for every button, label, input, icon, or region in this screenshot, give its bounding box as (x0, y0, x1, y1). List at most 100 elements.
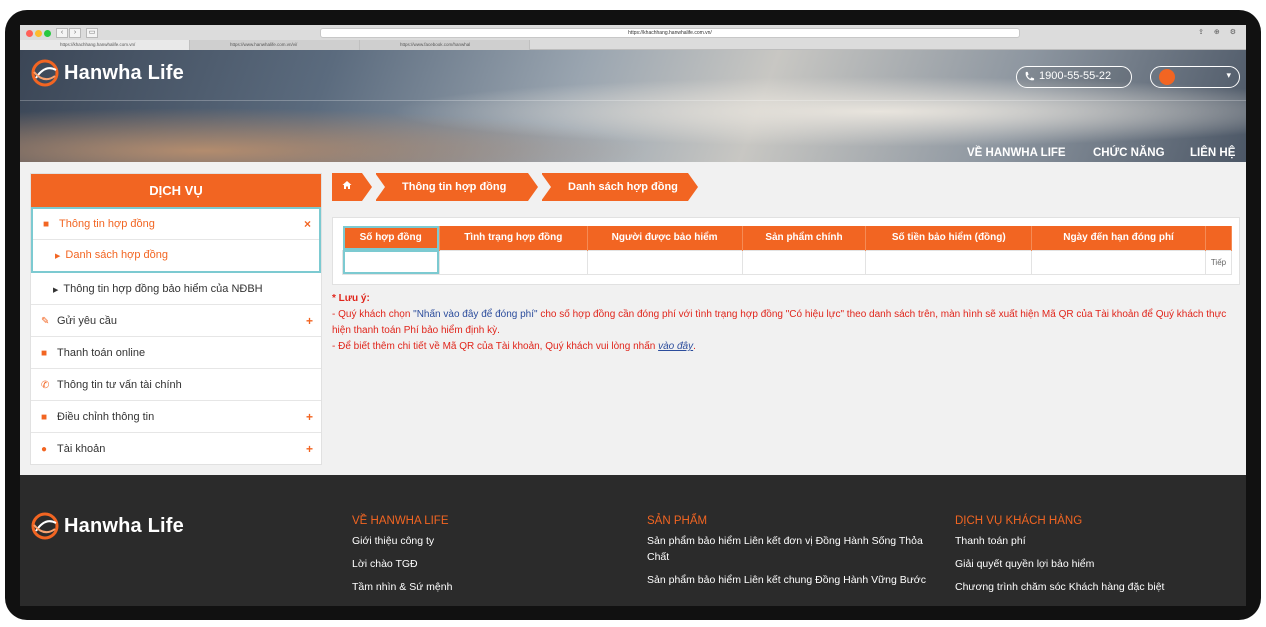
phone-icon (1025, 71, 1035, 81)
plus-icon[interactable]: + (306, 433, 313, 465)
footer-col-customer-service: DỊCH VỤ KHÁCH HÀNG Thanh toán phí Giải q… (955, 515, 1235, 602)
edit-icon: ✎ (41, 316, 50, 327)
footer-col-about: VỀ HANWHA LIFE Giới thiệu công ty Lời ch… (352, 515, 622, 602)
briefcase-icon: ■ (41, 412, 48, 423)
site-header: Hanwha Life 1900-55-55-22 ▾ VỀ HANWHA LI… (20, 50, 1246, 162)
sidebar-item-contract-list[interactable]: ▶ Danh sách hợp đồng (33, 240, 319, 271)
footer-link[interactable]: Giải quyết quyền lợi bảo hiểm (955, 556, 1235, 572)
browser-tab[interactable]: https://www.facebook.com/hanwhal (360, 40, 530, 50)
phone-icon: ✆ (41, 380, 50, 391)
next-page-link[interactable]: Tiếp (1204, 249, 1233, 275)
home-icon (342, 181, 352, 189)
sidebar-item-edit-info[interactable]: ■ Điều chỉnh thông tin + (31, 401, 321, 433)
sidebar-item-label: Danh sách hợp đồng (65, 249, 169, 261)
notes-line-2: - Để biết thêm chi tiết về Mã QR của Tài… (332, 339, 1236, 355)
breadcrumb-home[interactable] (332, 173, 372, 201)
sidebar-item-insured-contract[interactable]: ▶ Thông tin hợp đồng bảo hiểm của NĐBH (31, 273, 321, 305)
footer-link[interactable]: Giới thiệu công ty (352, 533, 622, 549)
plus-icon[interactable]: + (306, 401, 313, 433)
table-cell (741, 249, 867, 275)
contract-table: Số hợp đồng Tình trạng hợp đồng Người đư… (342, 226, 1233, 275)
footer-link[interactable]: Sản phẩm bảo hiểm Liên kết đơn vị Đồng H… (647, 533, 937, 565)
account-dropdown[interactable]: ▾ (1150, 66, 1240, 88)
contract-table-panel: Số hợp đồng Tình trạng hợp đồng Người đư… (332, 217, 1240, 285)
share-icon[interactable]: ⇪ ⊕ ⚙ (1198, 28, 1240, 36)
sidebar-item-account[interactable]: ● Tài khoản + (31, 433, 321, 465)
header-divider (20, 100, 1246, 101)
qr-info-link[interactable]: vào đây (658, 341, 693, 352)
sidebar-item-contract-info[interactable]: ■ Thông tin hợp đồng × (33, 209, 319, 240)
sidebar-item-label: Thông tin hợp đồng bảo hiểm của NĐBH (63, 283, 263, 295)
notes-section: * Lưu ý: - Quý khách chọn "Nhấn vào đây … (332, 291, 1236, 355)
hotline-number: 1900-55-55-22 (1039, 70, 1112, 82)
brand-name: Hanwha Life (64, 514, 184, 537)
hanwha-logo-icon (31, 512, 59, 540)
footer-link[interactable]: Thanh toán phí (955, 533, 1235, 549)
sidebar-item-label: Điều chỉnh thông tin (57, 411, 155, 423)
column-header[interactable]: Ngày đến hạn đóng phí (1031, 226, 1206, 250)
table-cell (586, 249, 743, 275)
hanwha-logo-icon (31, 59, 59, 87)
user-icon (1159, 69, 1175, 85)
notes-line-1: - Quý khách chọn "Nhấn vào đây để đóng p… (332, 307, 1236, 339)
breadcrumb-arrow (688, 173, 698, 201)
table-cell (438, 249, 588, 275)
close-icon[interactable]: × (304, 209, 311, 240)
close-window-button[interactable] (26, 30, 33, 37)
briefcase-icon: ■ (43, 219, 50, 230)
column-header[interactable]: Người được bảo hiểm (587, 226, 743, 250)
breadcrumb-arrow (528, 173, 538, 201)
breadcrumb-contract-list[interactable]: Danh sách hợp đồng (541, 173, 698, 201)
table-row: Tiếp (342, 249, 1233, 275)
column-header[interactable]: Số tiền bảo hiểm (đồng) (865, 226, 1033, 250)
sidebar-item-send-request[interactable]: ✎ Gửi yêu cầu + (31, 305, 321, 337)
breadcrumb: Thông tin hợp đồng Danh sách hợp đồng (332, 173, 698, 201)
column-header[interactable]: Tình trạng hợp đồng (439, 226, 588, 250)
breadcrumb-contract-info[interactable]: Thông tin hợp đồng (375, 173, 538, 201)
nav-functions[interactable]: CHỨC NĂNG (1093, 147, 1165, 159)
column-header[interactable]: Số hợp đồng (342, 226, 440, 250)
plus-icon[interactable]: + (306, 305, 313, 337)
site-logo[interactable]: Hanwha Life (30, 58, 184, 88)
device-frame: ‹ › ▭ https://khachhang.hanwhalife.com.v… (0, 0, 1266, 627)
table-cell[interactable] (342, 249, 440, 275)
nav-about[interactable]: VỀ HANWHA LIFE (967, 147, 1066, 159)
footer-col-title: DỊCH VỤ KHÁCH HÀNG (955, 515, 1083, 527)
sidebar-title: DỊCH VỤ (31, 174, 321, 207)
footer-col-products: SẢN PHẨM Sản phẩm bảo hiểm Liên kết đơn … (647, 515, 937, 595)
forward-icon[interactable]: › (69, 28, 81, 38)
sidebar-item-label: Thông tin tư vấn tài chính (57, 379, 182, 391)
address-bar[interactable]: https://khachhang.hanwhalife.com.vn/ (320, 28, 1020, 38)
notes-quote: "Nhấn vào đây để đóng phí" (413, 309, 538, 320)
hotline-button[interactable]: 1900-55-55-22 (1016, 66, 1132, 88)
browser-tabs: https://khachhang.hanwhalife.com.vn/ htt… (20, 40, 1246, 50)
back-icon[interactable]: ‹ (56, 28, 68, 38)
table-cell (1031, 249, 1206, 275)
footer-link[interactable]: Sản phẩm bảo hiểm Liên kết chung Đồng Hà… (647, 572, 937, 588)
sidebar-toggle-icon[interactable]: ▭ (86, 28, 98, 38)
notes-text: . (693, 341, 696, 352)
breadcrumb-arrow (362, 173, 372, 201)
sidebar-item-financial-advice[interactable]: ✆ Thông tin tư vấn tài chính (31, 369, 321, 401)
browser-toolbar: ‹ › ▭ https://khachhang.hanwhalife.com.v… (20, 25, 1246, 50)
briefcase-icon: ■ (41, 348, 48, 359)
sidebar-item-online-payment[interactable]: ■ Thanh toán online (31, 337, 321, 369)
sidebar-active-group: ■ Thông tin hợp đồng × ▶ Danh sách hợp đồn… (31, 207, 321, 273)
nav-contact[interactable]: LIÊN HỆ (1190, 147, 1235, 159)
footer-link[interactable]: Chương trình chăm sóc Khách hàng đặc biệ… (955, 579, 1235, 595)
column-header[interactable]: Sản phẩm chính (742, 226, 867, 250)
caret-right-icon: ▶ (55, 253, 61, 260)
table-header-row: Số hợp đồng Tình trạng hợp đồng Người đư… (342, 226, 1233, 250)
minimize-window-button[interactable] (35, 30, 42, 37)
footer-col-title: SẢN PHẨM (647, 515, 708, 527)
sidebar-item-label: Thanh toán online (57, 347, 146, 359)
table-cell (865, 249, 1033, 275)
browser-tab[interactable]: https://www.hanwhalife.com.vn/vi/ (190, 40, 360, 50)
browser-screen: ‹ › ▭ https://khachhang.hanwhalife.com.v… (20, 25, 1246, 606)
footer-logo[interactable]: Hanwha Life (30, 511, 184, 541)
footer-link[interactable]: Tầm nhìn & Sứ mệnh (352, 579, 622, 595)
service-sidebar: DỊCH VỤ ■ Thông tin hợp đồng × ▶ Danh sách… (30, 173, 322, 465)
zoom-window-button[interactable] (44, 30, 51, 37)
browser-tab[interactable]: https://khachhang.hanwhalife.com.vn/ (20, 40, 190, 50)
footer-link[interactable]: Lời chào TGĐ (352, 556, 622, 572)
